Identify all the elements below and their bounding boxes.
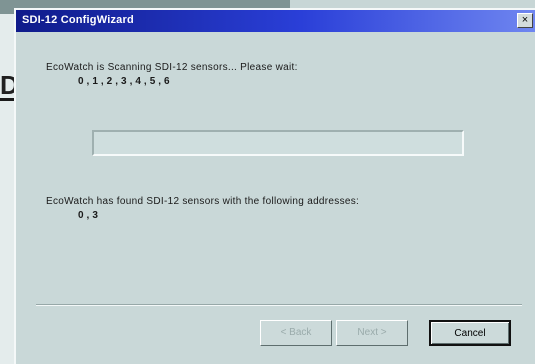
cancel-button[interactable]: Cancel [429, 320, 511, 346]
background-glyph: D [0, 70, 19, 100]
title-bar[interactable]: SDI-12 ConfigWizard × [16, 10, 535, 32]
found-addresses: 0,3 [78, 210, 101, 221]
next-button[interactable]: Next > [336, 320, 408, 346]
scanning-addresses: 0,1,2,3,4,5,6 [78, 76, 173, 87]
close-button[interactable]: × [517, 13, 533, 28]
config-wizard-dialog: SDI-12 ConfigWizard × EcoWatch is Scanni… [14, 8, 535, 364]
window-title: SDI-12 ConfigWizard [22, 14, 134, 26]
button-separator [36, 304, 522, 306]
background-window-edge [0, 14, 14, 364]
scan-progress-bar [92, 130, 464, 156]
scanning-message: EcoWatch is Scanning SDI-12 sensors... P… [46, 62, 298, 73]
back-button[interactable]: < Back [260, 320, 332, 346]
found-message: EcoWatch has found SDI-12 sensors with t… [46, 196, 360, 207]
close-icon: × [521, 14, 529, 26]
